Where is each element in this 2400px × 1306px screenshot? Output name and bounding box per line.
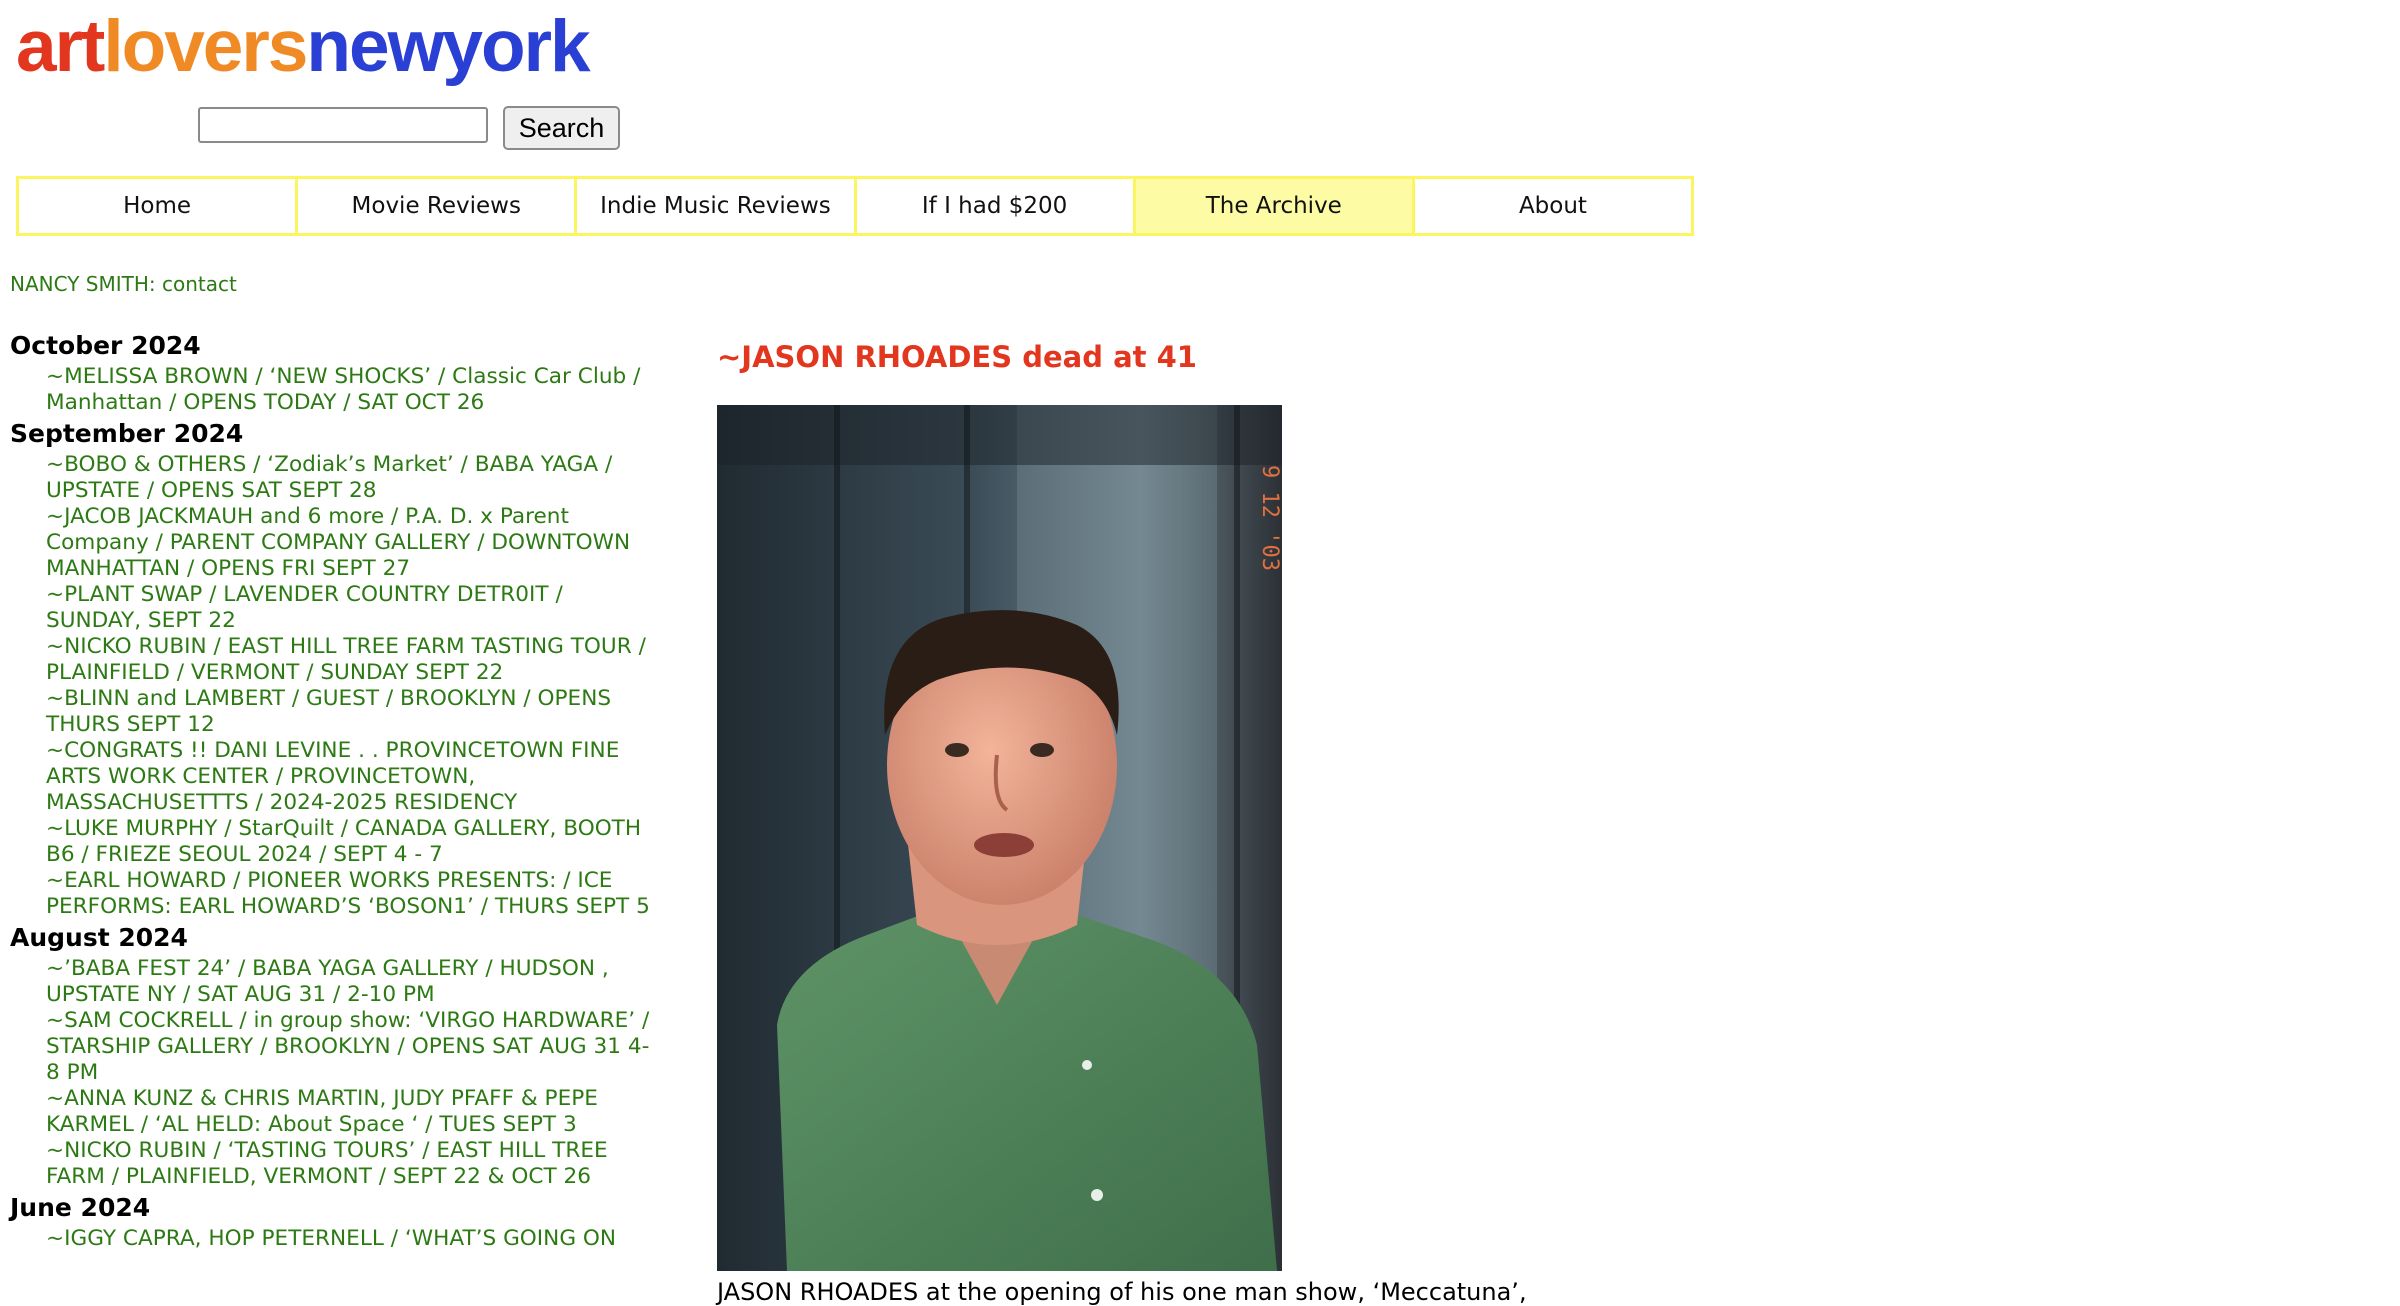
nav-item-indie-music-reviews[interactable]: Indie Music Reviews [577, 179, 857, 233]
archive-post-link[interactable]: ~LUKE MURPHY / StarQuilt / CANADA GALLER… [46, 816, 655, 868]
archive-sidebar: October 2024 ~MELISSA BROWN / ‘NEW SHOCKS… [10, 328, 655, 1252]
search-button[interactable]: Search [503, 106, 620, 150]
logo-newyork: newyork [306, 6, 590, 87]
archive-month: August 2024 [10, 923, 188, 952]
archive-month: October 2024 [10, 331, 201, 360]
archive-month: September 2024 [10, 419, 244, 448]
archive-post-link[interactable]: ~EARL HOWARD / PIONEER WORKS PRESENTS: /… [46, 868, 655, 920]
archive-month: June 2024 [10, 1193, 151, 1222]
archive-post-link[interactable]: ~MELISSA BROWN / ‘NEW SHOCKS’ / Classic … [46, 364, 655, 416]
nav-item-home[interactable]: Home [19, 179, 299, 233]
archive-post-link[interactable]: ~CONGRATS !! DANI LEVINE . . PROVINCETOW… [46, 738, 655, 816]
logo-lovers: lovers [103, 6, 308, 87]
archive-post-link[interactable]: ~JACOB JACKMAUH and 6 more / P.A. D. x P… [46, 504, 655, 582]
contact-prefix: NANCY SMITH: [10, 272, 162, 296]
nav-item-about[interactable]: About [1415, 179, 1691, 233]
search-input[interactable] [198, 107, 488, 143]
site-logo[interactable]: artloversnewyork [16, 4, 591, 90]
article: ~JASON RHOADES dead at 41 [717, 340, 1197, 374]
nav-item-if-i-had-200[interactable]: If I had $200 [857, 179, 1136, 233]
contact-line: NANCY SMITH: contact [10, 272, 237, 296]
main-nav: Home Movie Reviews Indie Music Reviews If I… [16, 176, 1694, 236]
archive-post-link[interactable]: ~BLINN and LAMBERT / GUEST / BROOKLYN / … [46, 686, 655, 738]
archive-post-link[interactable]: ~NICKO RUBIN / ‘TASTING TOURS’ / EAST HI… [46, 1138, 655, 1190]
archive-post-link[interactable]: ~SAM COCKRELL / in group show: ‘VIRGO HA… [46, 1008, 655, 1086]
archive-post-link[interactable]: ~ANNA KUNZ & CHRIS MARTIN, JUDY PFAFF & … [46, 1086, 655, 1138]
nav-item-the-archive[interactable]: The Archive [1135, 179, 1415, 233]
archive-post-link[interactable]: ~PLANT SWAP / LAVENDER COUNTRY DETR0IT /… [46, 582, 655, 634]
photo-date-stamp: 9 12 '03 [1257, 465, 1282, 571]
article-photo: 9 12 '03 [717, 405, 1282, 1271]
nav-item-movie-reviews[interactable]: Movie Reviews [298, 179, 578, 233]
archive-post-link[interactable]: ~BOBO & OTHERS / ‘Zodiak’s Market’ / BAB… [46, 452, 655, 504]
archive-post-link[interactable]: ~’BABA FEST 24’ / BABA YAGA GALLERY / HU… [46, 956, 655, 1008]
archive-post-link[interactable]: ~IGGY CAPRA, HOP PETERNELL / ‘WHAT’S GOI… [46, 1226, 655, 1252]
contact-link[interactable]: contact [162, 272, 237, 296]
archive-post-link[interactable]: ~NICKO RUBIN / EAST HILL TREE FARM TASTI… [46, 634, 655, 686]
logo-art: art [16, 6, 105, 87]
photo-caption: JASON RHOADES at the opening of his one … [717, 1278, 1527, 1306]
article-title[interactable]: ~JASON RHOADES dead at 41 [717, 340, 1197, 374]
